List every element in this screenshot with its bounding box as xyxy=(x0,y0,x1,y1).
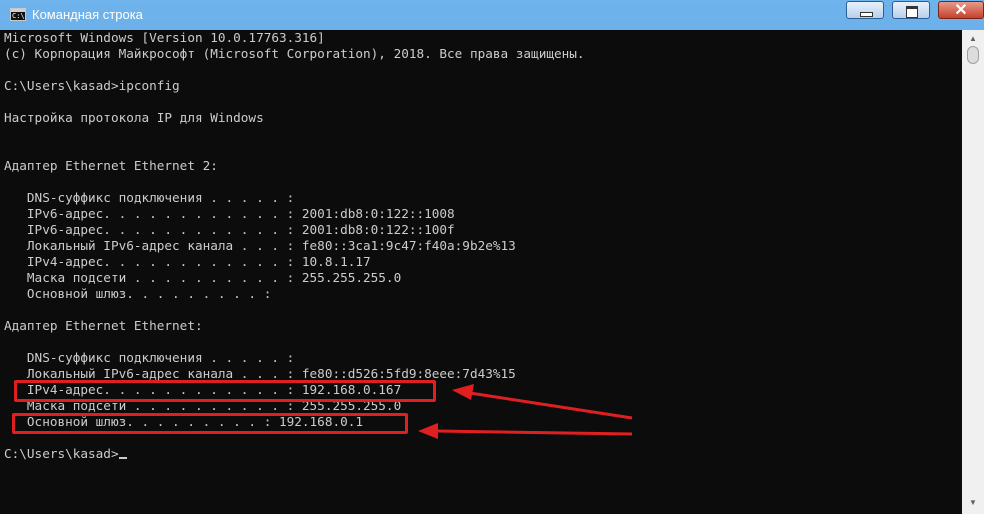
console-line: Локальный IPv6-адрес канала . . . : fe80… xyxy=(4,238,516,253)
console-line: (c) Корпорация Майкрософт (Microsoft Cor… xyxy=(4,46,585,61)
cmd-window: C:\ Командная строка ✕ Microsoft Windows… xyxy=(0,0,984,514)
scroll-down-button[interactable]: ▼ xyxy=(965,496,981,510)
title-bar[interactable]: C:\ Командная строка ✕ xyxy=(0,0,984,30)
window-title: Командная строка xyxy=(32,7,143,22)
minimize-button[interactable] xyxy=(846,1,884,19)
console-line: Основной шлюз. . . . . . . . . : xyxy=(4,286,272,301)
close-button[interactable]: ✕ xyxy=(938,1,984,19)
console-line: IPv6-адрес. . . . . . . . . . . . : 2001… xyxy=(4,206,455,221)
console-line: Адаптер Ethernet Ethernet: xyxy=(4,318,203,333)
console-line: Microsoft Windows [Version 10.0.17763.31… xyxy=(4,30,325,45)
console-line: Настройка протокола IP для Windows xyxy=(4,110,264,125)
scroll-thumb[interactable] xyxy=(967,46,979,64)
scroll-up-button[interactable]: ▲ xyxy=(965,32,981,46)
console-line: Адаптер Ethernet Ethernet 2: xyxy=(4,158,218,173)
console-output[interactable]: Microsoft Windows [Version 10.0.17763.31… xyxy=(0,30,962,514)
console-line: C:\Users\kasad>ipconfig xyxy=(4,78,180,93)
cmd-icon[interactable]: C:\ xyxy=(10,8,26,21)
close-icon: ✕ xyxy=(954,2,968,19)
console-line: IPv4-адрес. . . . . . . . . . . . : 10.8… xyxy=(4,254,371,269)
console-line: Маска подсети . . . . . . . . . . : 255.… xyxy=(4,270,402,285)
gateway-highlight-box xyxy=(12,413,408,434)
console-line: DNS-суффикс подключения . . . . . : xyxy=(4,350,295,365)
console-line: IPv6-адрес. . . . . . . . . . . . : 2001… xyxy=(4,222,455,237)
console-line: DNS-суффикс подключения . . . . . : xyxy=(4,190,295,205)
command-prompt: C:\Users\kasad> xyxy=(4,446,119,461)
text-cursor xyxy=(118,457,127,459)
vertical-scrollbar[interactable]: ▲ ▼ xyxy=(962,30,984,514)
command-prompt-line[interactable]: C:\Users\kasad> xyxy=(4,446,962,462)
maximize-button[interactable] xyxy=(892,1,930,19)
ipv4-highlight-box xyxy=(14,380,436,402)
